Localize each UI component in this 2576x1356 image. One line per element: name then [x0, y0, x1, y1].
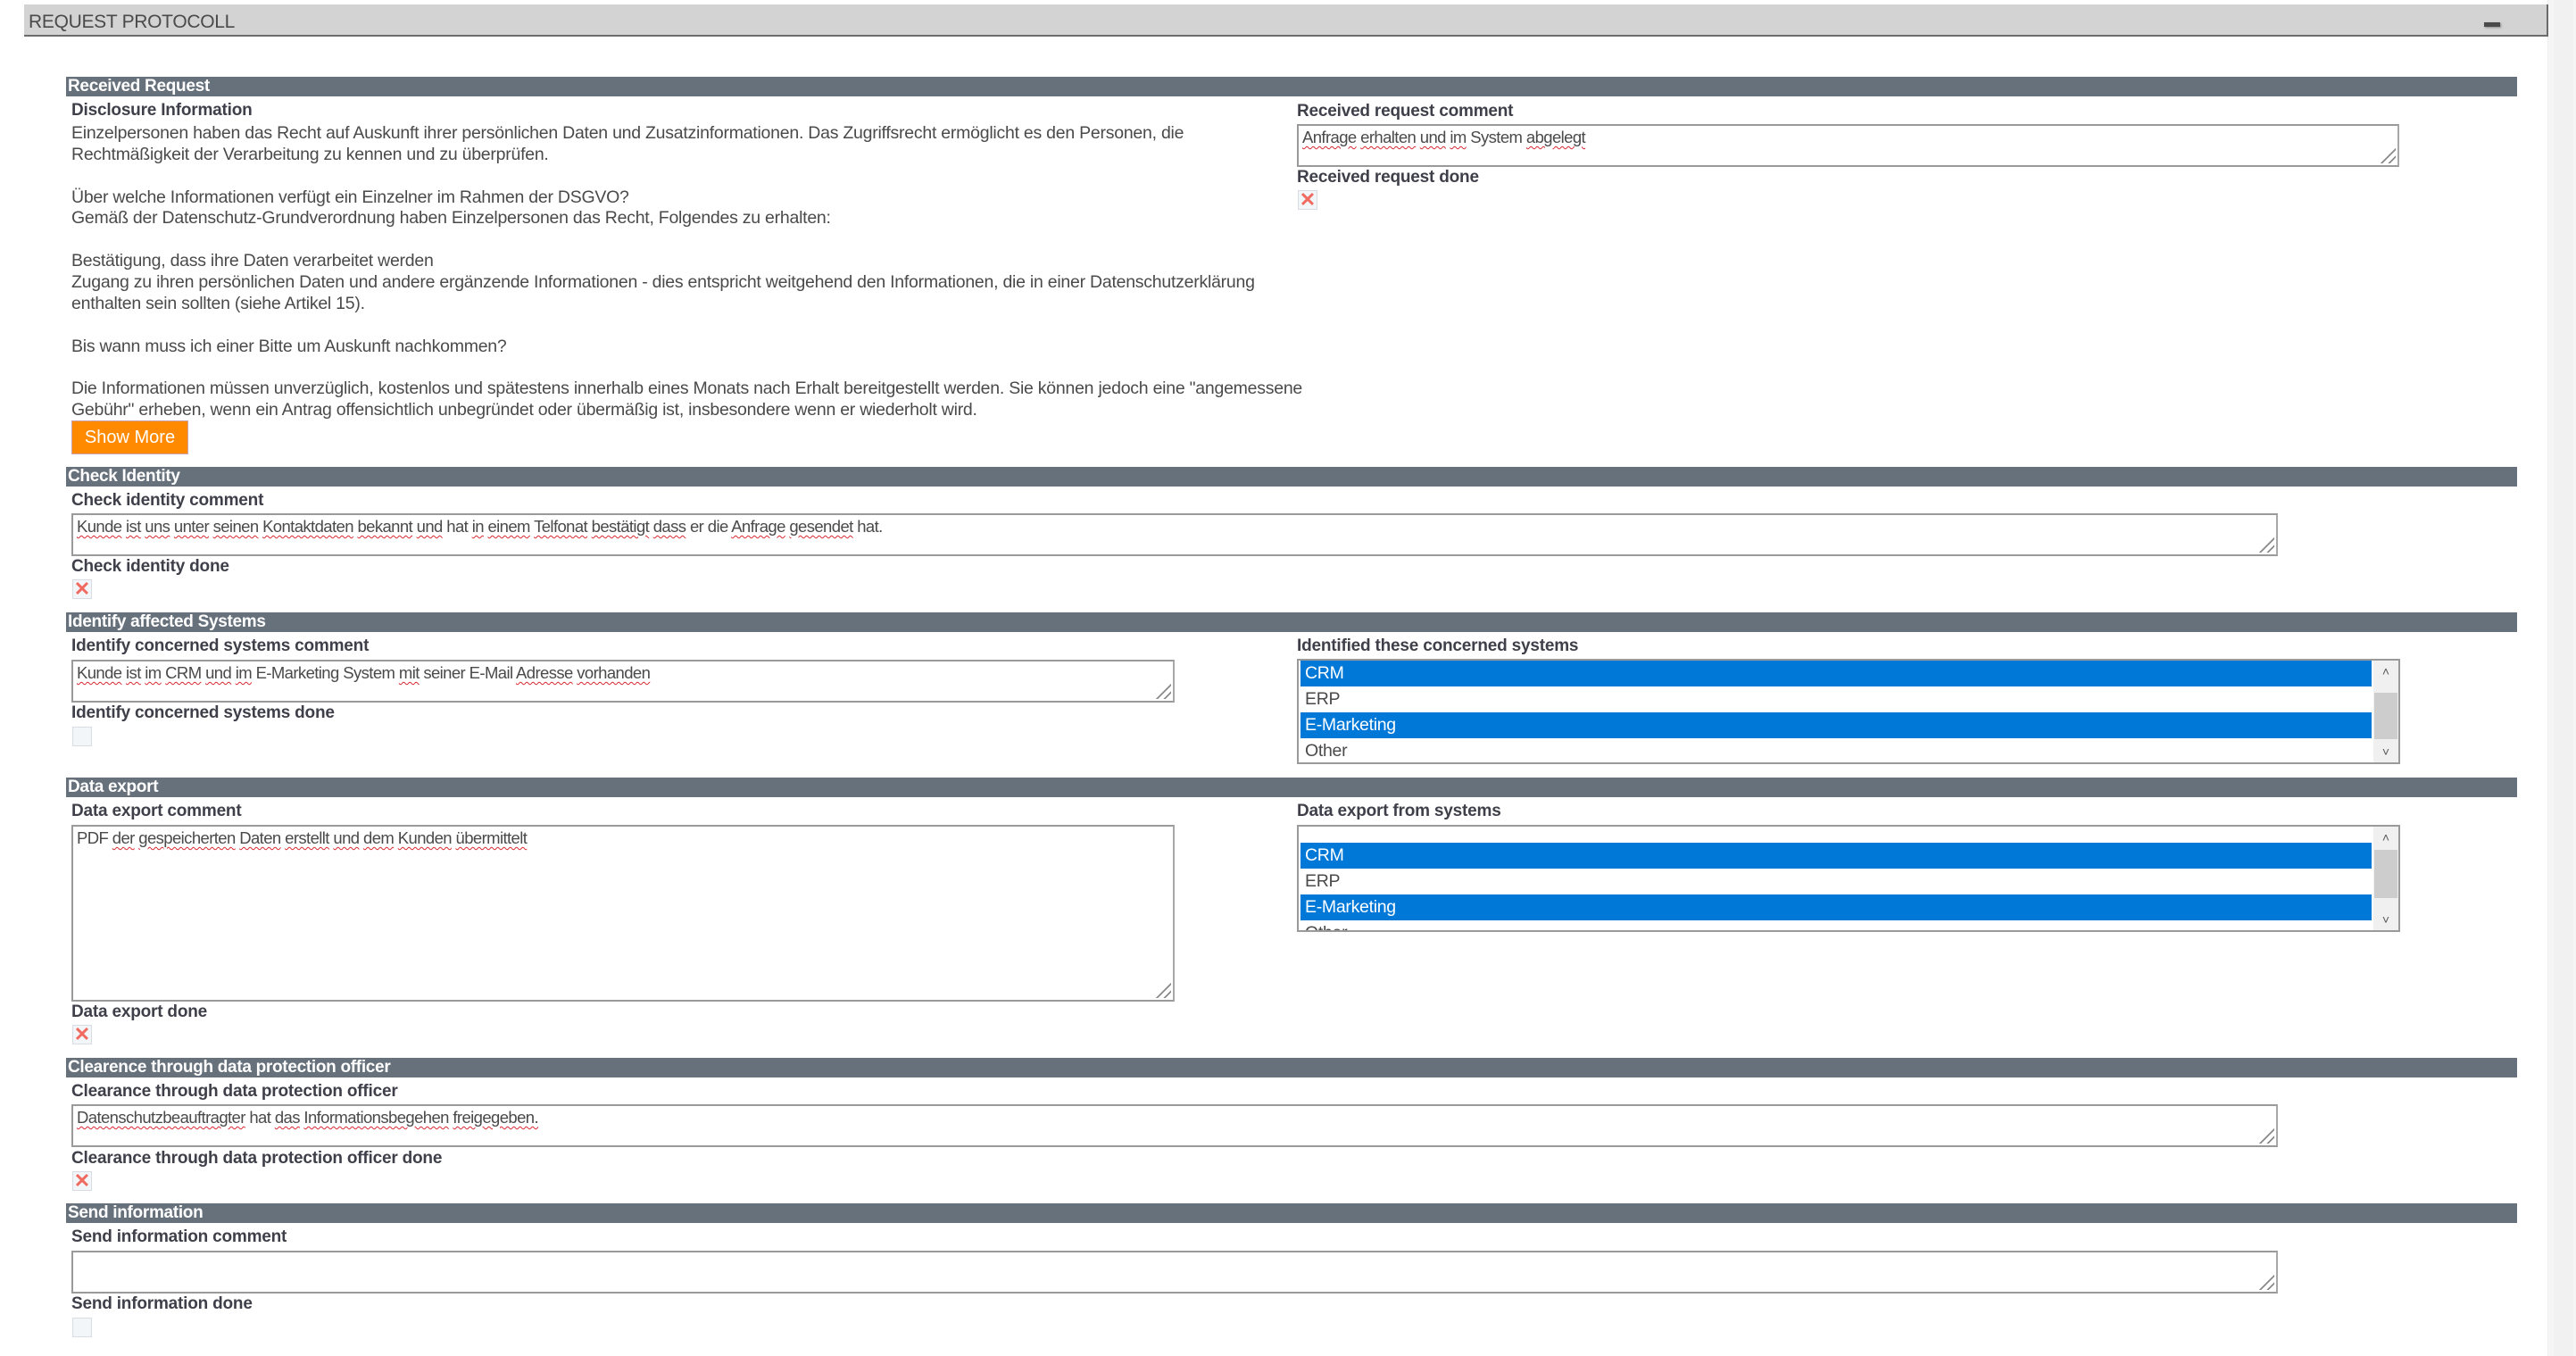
- received-request-comment-input[interactable]: Anfrage erhalten und im System abgelegt: [1297, 124, 2399, 167]
- section-header-clearance: Clearence through data protection office…: [66, 1058, 2517, 1077]
- disclosure-paragraph: Gemäß der Datenschutz-Grundverordnung ha…: [71, 208, 831, 229]
- listbox-option[interactable]: ERP: [1300, 686, 2372, 712]
- received-request-done-checkbox[interactable]: ✕: [1298, 188, 1317, 211]
- disclosure-paragraph: Bis wann muss ich einer Bitte um Auskunf…: [71, 336, 507, 356]
- resize-grip-icon[interactable]: [2256, 1126, 2274, 1144]
- data-export-comment-label: Data export comment: [71, 802, 242, 820]
- disclosure-spacer: [71, 166, 1303, 187]
- data-export-comment-input[interactable]: PDF der gespeicherten Daten erstellt und…: [71, 825, 1175, 1002]
- data-export-comment-value: PDF der gespeicherten Daten erstellt und…: [77, 828, 528, 847]
- listbox-option[interactable]: Other: [1300, 738, 2372, 762]
- send-information-comment-input[interactable]: [71, 1251, 2278, 1294]
- identify-systems-comment-label: Identify concerned systems comment: [71, 636, 370, 655]
- identify-systems-done-checkbox[interactable]: [72, 727, 92, 746]
- x-mark-icon: ✕: [1299, 188, 1317, 211]
- disclosure-information-label: Disclosure Information: [71, 101, 253, 120]
- resize-grip-icon[interactable]: [2378, 146, 2396, 163]
- chevron-up-icon[interactable]: ˄: [2373, 827, 2398, 848]
- received-request-comment-value: Anfrage erhalten und im System abgelegt: [1302, 128, 1586, 146]
- data-export-done-label: Data export done: [71, 1002, 207, 1021]
- disclosure-spacer: [71, 229, 1303, 251]
- check-identity-comment-label: Check identity comment: [71, 491, 264, 510]
- section-header-check-identity: Check Identity: [66, 467, 2517, 487]
- identify-systems-comment-input[interactable]: Kunde ist im CRM und im E-Marketing Syst…: [71, 660, 1175, 703]
- show-more-button[interactable]: Show More: [71, 420, 188, 454]
- send-information-comment-label: Send information comment: [71, 1227, 287, 1246]
- check-identity-done-label: Check identity done: [71, 557, 229, 576]
- resize-grip-icon[interactable]: [1153, 681, 1171, 699]
- chevron-up-icon[interactable]: ˄: [2373, 661, 2398, 682]
- disclosure-spacer: [71, 315, 1303, 337]
- identified-systems-label: Identified these concerned systems: [1297, 636, 1579, 655]
- clearance-done-label: Clearance through data protection office…: [71, 1149, 443, 1168]
- listbox-scrollbar[interactable]: ˄ ˅: [2373, 661, 2398, 762]
- section-header-identify-systems: Identify affected Systems: [66, 612, 2517, 632]
- identified-systems-listbox[interactable]: ˄ ˅ CRM ERP E-Marketing Other: [1297, 659, 2400, 764]
- listbox-option[interactable]: CRM: [1300, 843, 2372, 869]
- listbox-option[interactable]: E-Marketing: [1300, 712, 2372, 738]
- minus-icon[interactable]: [2484, 22, 2500, 27]
- send-information-done-checkbox[interactable]: [72, 1318, 92, 1337]
- identify-systems-comment-value: Kunde ist im CRM und im E-Marketing Syst…: [77, 663, 651, 682]
- page-scrollbar-track[interactable]: [2554, 0, 2573, 1356]
- x-mark-icon: ✕: [73, 1023, 91, 1045]
- x-mark-icon: ✕: [73, 1169, 91, 1192]
- listbox-scroll-thumb[interactable]: [2374, 850, 2397, 898]
- listbox-scroll-thumb[interactable]: [2374, 693, 2397, 739]
- section-header-send-information: Send information: [66, 1203, 2517, 1223]
- disclosure-spacer: [71, 357, 1303, 379]
- clearance-comment-input[interactable]: Datenschutzbeauftragter hat das Informat…: [71, 1104, 2278, 1147]
- chevron-down-icon[interactable]: ˅: [2373, 909, 2398, 930]
- data-export-done-checkbox[interactable]: ✕: [72, 1023, 92, 1045]
- identify-systems-done-label: Identify concerned systems done: [71, 703, 335, 722]
- resize-grip-icon[interactable]: [2256, 535, 2274, 553]
- resize-grip-icon[interactable]: [2256, 1272, 2274, 1290]
- x-mark-icon: ✕: [73, 578, 91, 600]
- listbox-option[interactable]: E-Marketing: [1300, 894, 2372, 920]
- disclosure-paragraph: Zugang zu ihren persönlichen Daten und a…: [71, 271, 1255, 313]
- chevron-down-icon[interactable]: ˅: [2373, 741, 2398, 762]
- clearance-comment-label: Clearance through data protection office…: [71, 1082, 398, 1101]
- received-request-done-label: Received request done: [1297, 168, 1479, 187]
- listbox-option[interactable]: ERP: [1300, 869, 2372, 894]
- panel-header: REQUEST PROTOCOLL: [24, 4, 2548, 37]
- check-identity-comment-input[interactable]: Kunde ist uns unter seinen Kontaktdaten …: [71, 513, 2278, 556]
- disclosure-paragraph: Bestätigung, dass ihre Daten verarbeitet…: [71, 251, 434, 271]
- clearance-done-checkbox[interactable]: ✕: [72, 1169, 92, 1192]
- check-identity-done-checkbox[interactable]: ✕: [72, 578, 92, 600]
- listbox-scrollbar[interactable]: ˄ ˅: [2373, 827, 2398, 930]
- data-export-systems-listbox[interactable]: ˄ ˅ CRMERPE-MarketingOther: [1297, 825, 2400, 932]
- panel-title: REQUEST PROTOCOLL: [29, 12, 236, 32]
- check-identity-comment-value: Kunde ist uns unter seinen Kontaktdaten …: [77, 517, 883, 536]
- send-information-done-label: Send information done: [71, 1294, 253, 1313]
- resize-grip-icon[interactable]: [1153, 980, 1171, 998]
- data-export-systems-label: Data export from systems: [1297, 802, 1501, 820]
- clearance-comment-value: Datenschutzbeauftragter hat das Informat…: [77, 1108, 539, 1127]
- listbox-option[interactable]: Other: [1300, 920, 2372, 930]
- section-header-data-export: Data export: [66, 778, 2517, 797]
- disclosure-paragraph: Einzelpersonen haben das Recht auf Ausku…: [71, 123, 1184, 164]
- listbox-option[interactable]: CRM: [1300, 661, 2372, 686]
- disclosure-information-text: Einzelpersonen haben das Recht auf Ausku…: [71, 123, 1303, 421]
- disclosure-paragraph: Die Informationen müssen unverzüglich, k…: [71, 379, 1303, 420]
- section-header-received-request: Received Request: [66, 77, 2517, 96]
- received-request-comment-label: Received request comment: [1297, 102, 1514, 121]
- listbox-option[interactable]: [1300, 827, 2372, 843]
- page-scrollbar[interactable]: [2547, 0, 2576, 1356]
- disclosure-paragraph: Über welche Informationen verfügt ein Ei…: [71, 187, 629, 207]
